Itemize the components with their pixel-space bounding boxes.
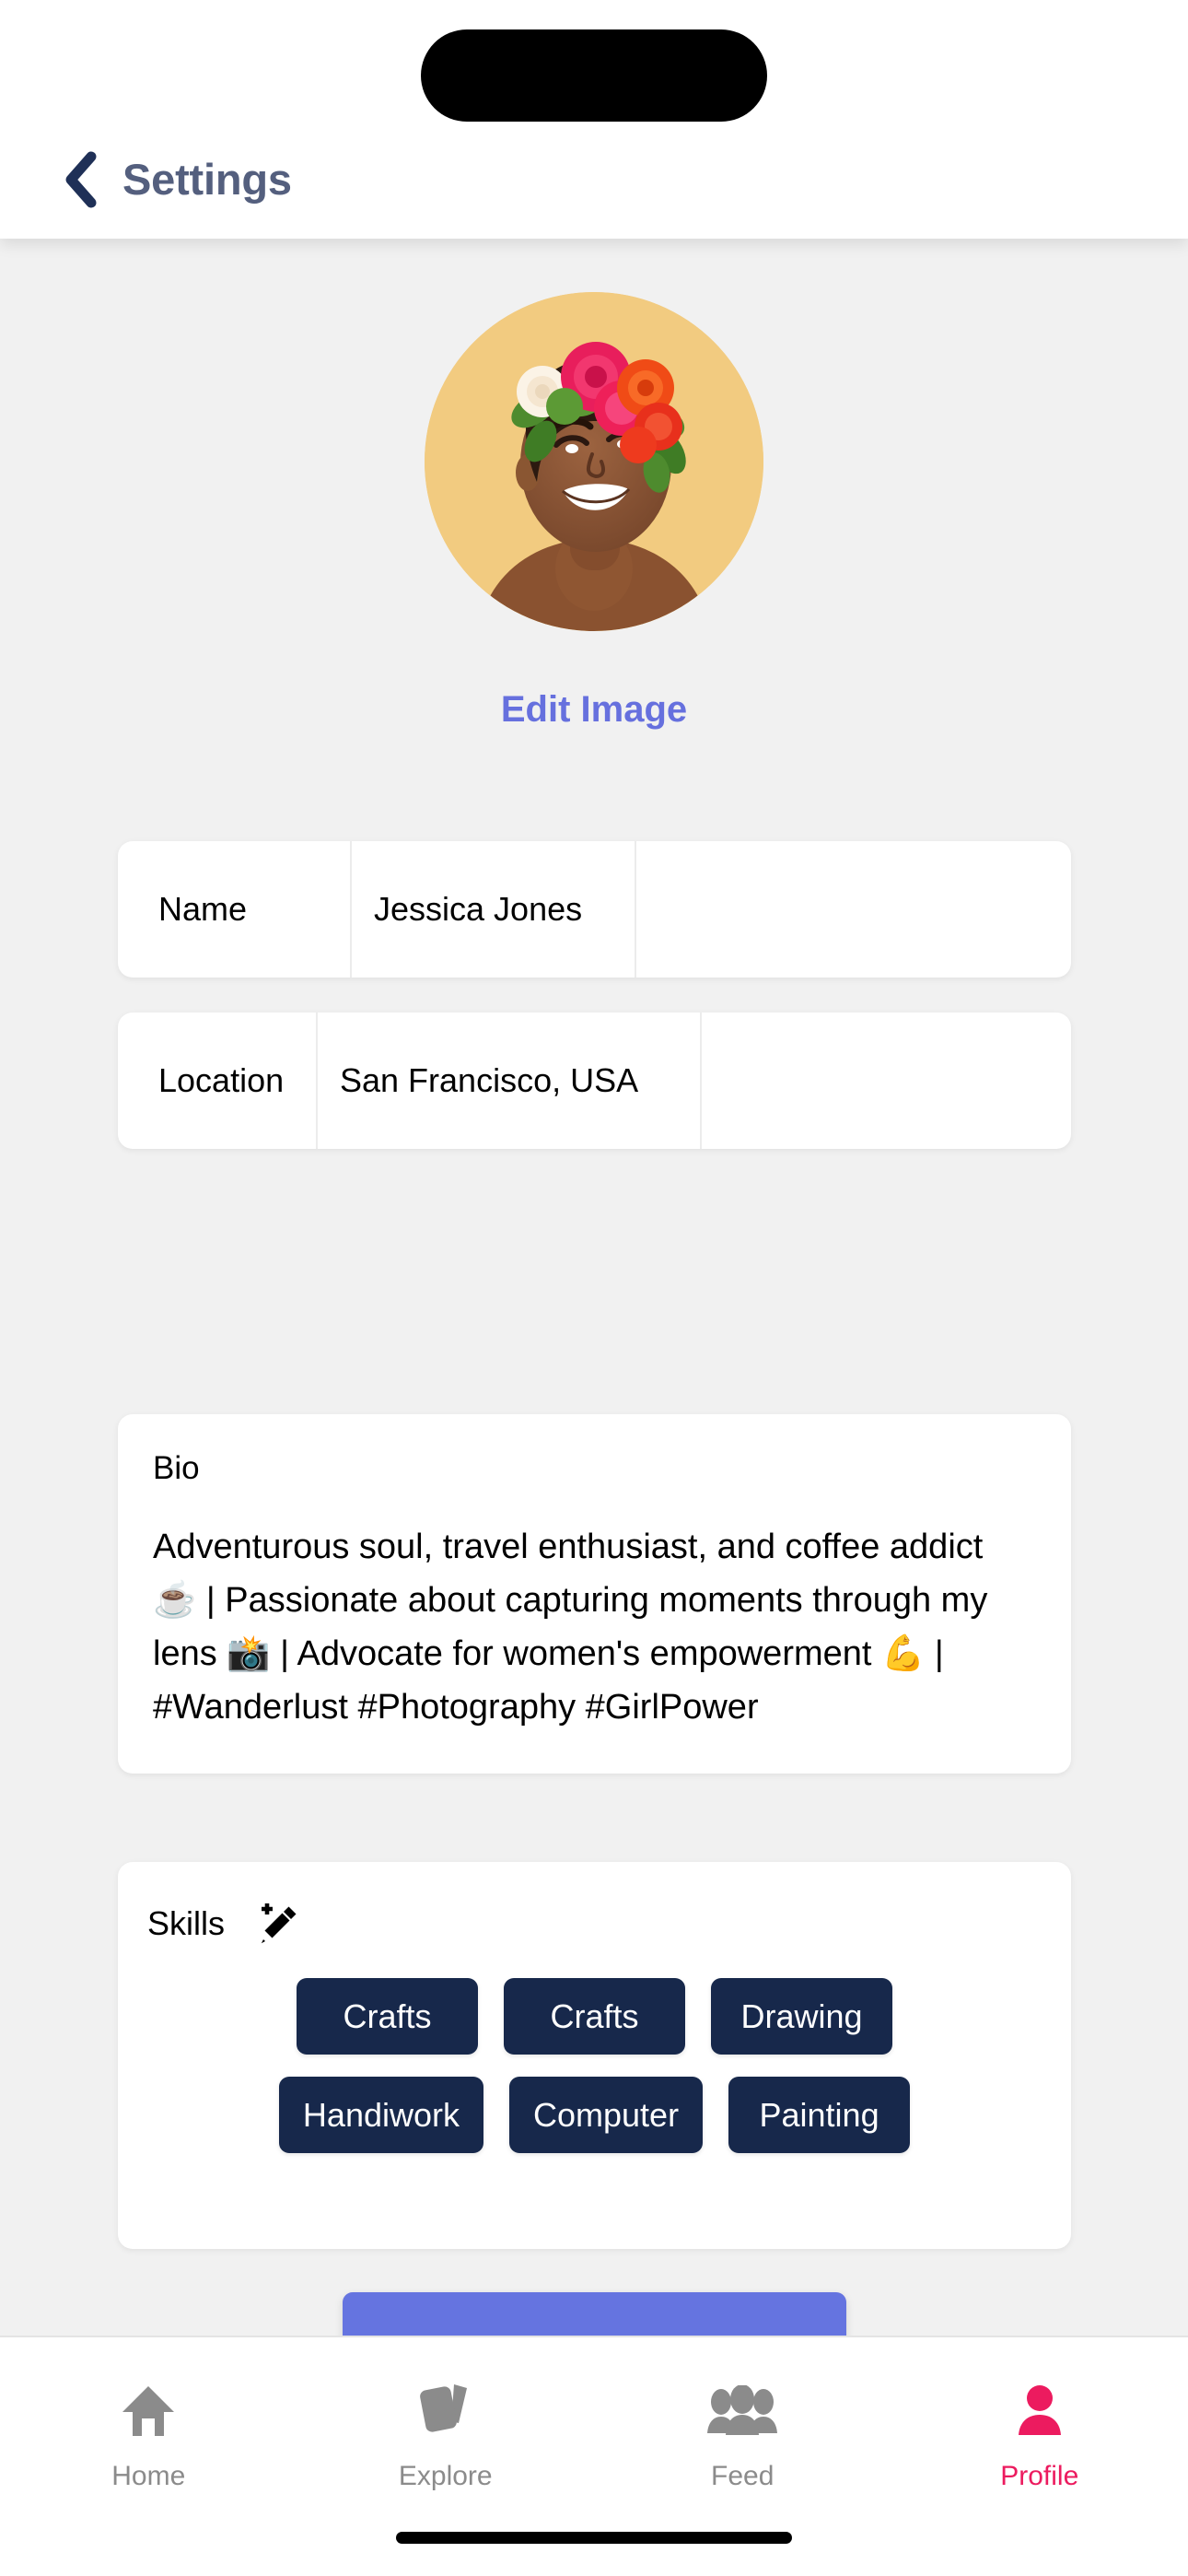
person-icon-glyph: [1018, 2385, 1061, 2435]
name-input[interactable]: Jessica Jones: [350, 841, 636, 978]
tab-label-feed: Feed: [711, 2461, 775, 2491]
cards-icon-glyph: [419, 2384, 467, 2432]
skill-chip[interactable]: Drawing: [711, 1978, 892, 2055]
dynamic-island: [421, 29, 767, 122]
name-label: Name: [158, 890, 248, 928]
bottom-tab-bar: Home Explore Feed Profile: [0, 2336, 1188, 2576]
skill-chip[interactable]: Painting: [728, 2077, 911, 2153]
bio-card: Bio Adventurous soul, travel enthusiast,…: [118, 1414, 1071, 1774]
tab-label-profile: Profile: [1000, 2461, 1079, 2491]
tab-profile[interactable]: Profile: [891, 2337, 1188, 2492]
home-icon-glyph: [122, 2386, 175, 2436]
page-title: Settings: [122, 155, 292, 204]
avatar-image: [425, 292, 763, 631]
skill-chip[interactable]: Handiwork: [278, 2077, 483, 2153]
back-button[interactable]: [48, 147, 112, 212]
pencil-plus-icon-glyph: [261, 1903, 297, 1944]
avatar[interactable]: [425, 292, 763, 631]
chevron-left-icon: [65, 151, 97, 208]
location-field-card: Location San Francisco, USA: [118, 1013, 1071, 1149]
tab-home[interactable]: Home: [0, 2337, 297, 2492]
people-icon: [707, 2382, 778, 2441]
location-label: Location: [158, 1061, 285, 1099]
profile-photo-illustration: [425, 292, 763, 631]
phone-screen: Settings Edit Image Name Jessica Jones L…: [0, 0, 1188, 2576]
bio-input[interactable]: Adventurous soul, travel enthusiast, and…: [153, 1520, 1034, 1734]
tab-label-home: Home: [111, 2461, 186, 2491]
status-bar: [0, 0, 1188, 147]
tab-label-explore: Explore: [398, 2461, 493, 2491]
cards-icon: [417, 2382, 474, 2441]
skill-chip[interactable]: Crafts: [504, 1978, 685, 2055]
skills-header: Skills: [118, 1891, 1071, 1956]
tab-feed[interactable]: Feed: [594, 2337, 891, 2492]
bio-label: Bio: [153, 1450, 200, 1486]
home-indicator: [396, 2532, 792, 2544]
people-icon-glyph: [707, 2385, 778, 2435]
location-input[interactable]: San Francisco, USA: [316, 1013, 702, 1149]
skill-chip[interactable]: Computer: [509, 2077, 704, 2153]
skills-chip-list: Crafts Crafts Drawing Handiwork Computer…: [118, 1978, 1071, 2153]
settings-content: Edit Image Name Jessica Jones Location S…: [0, 239, 1188, 2423]
tab-explore[interactable]: Explore: [297, 2337, 595, 2492]
name-field-card: Name Jessica Jones: [118, 841, 1071, 978]
edit-image-link[interactable]: Edit Image: [0, 685, 1188, 733]
skills-card: Skills Crafts Crafts Drawing Handiwork C…: [118, 1862, 1071, 2249]
skills-label: Skills: [147, 1904, 226, 1942]
person-icon: [1013, 2382, 1066, 2441]
skill-chip[interactable]: Crafts: [297, 1978, 478, 2055]
pencil-plus-icon[interactable]: [258, 1903, 300, 1945]
home-icon: [120, 2382, 177, 2441]
